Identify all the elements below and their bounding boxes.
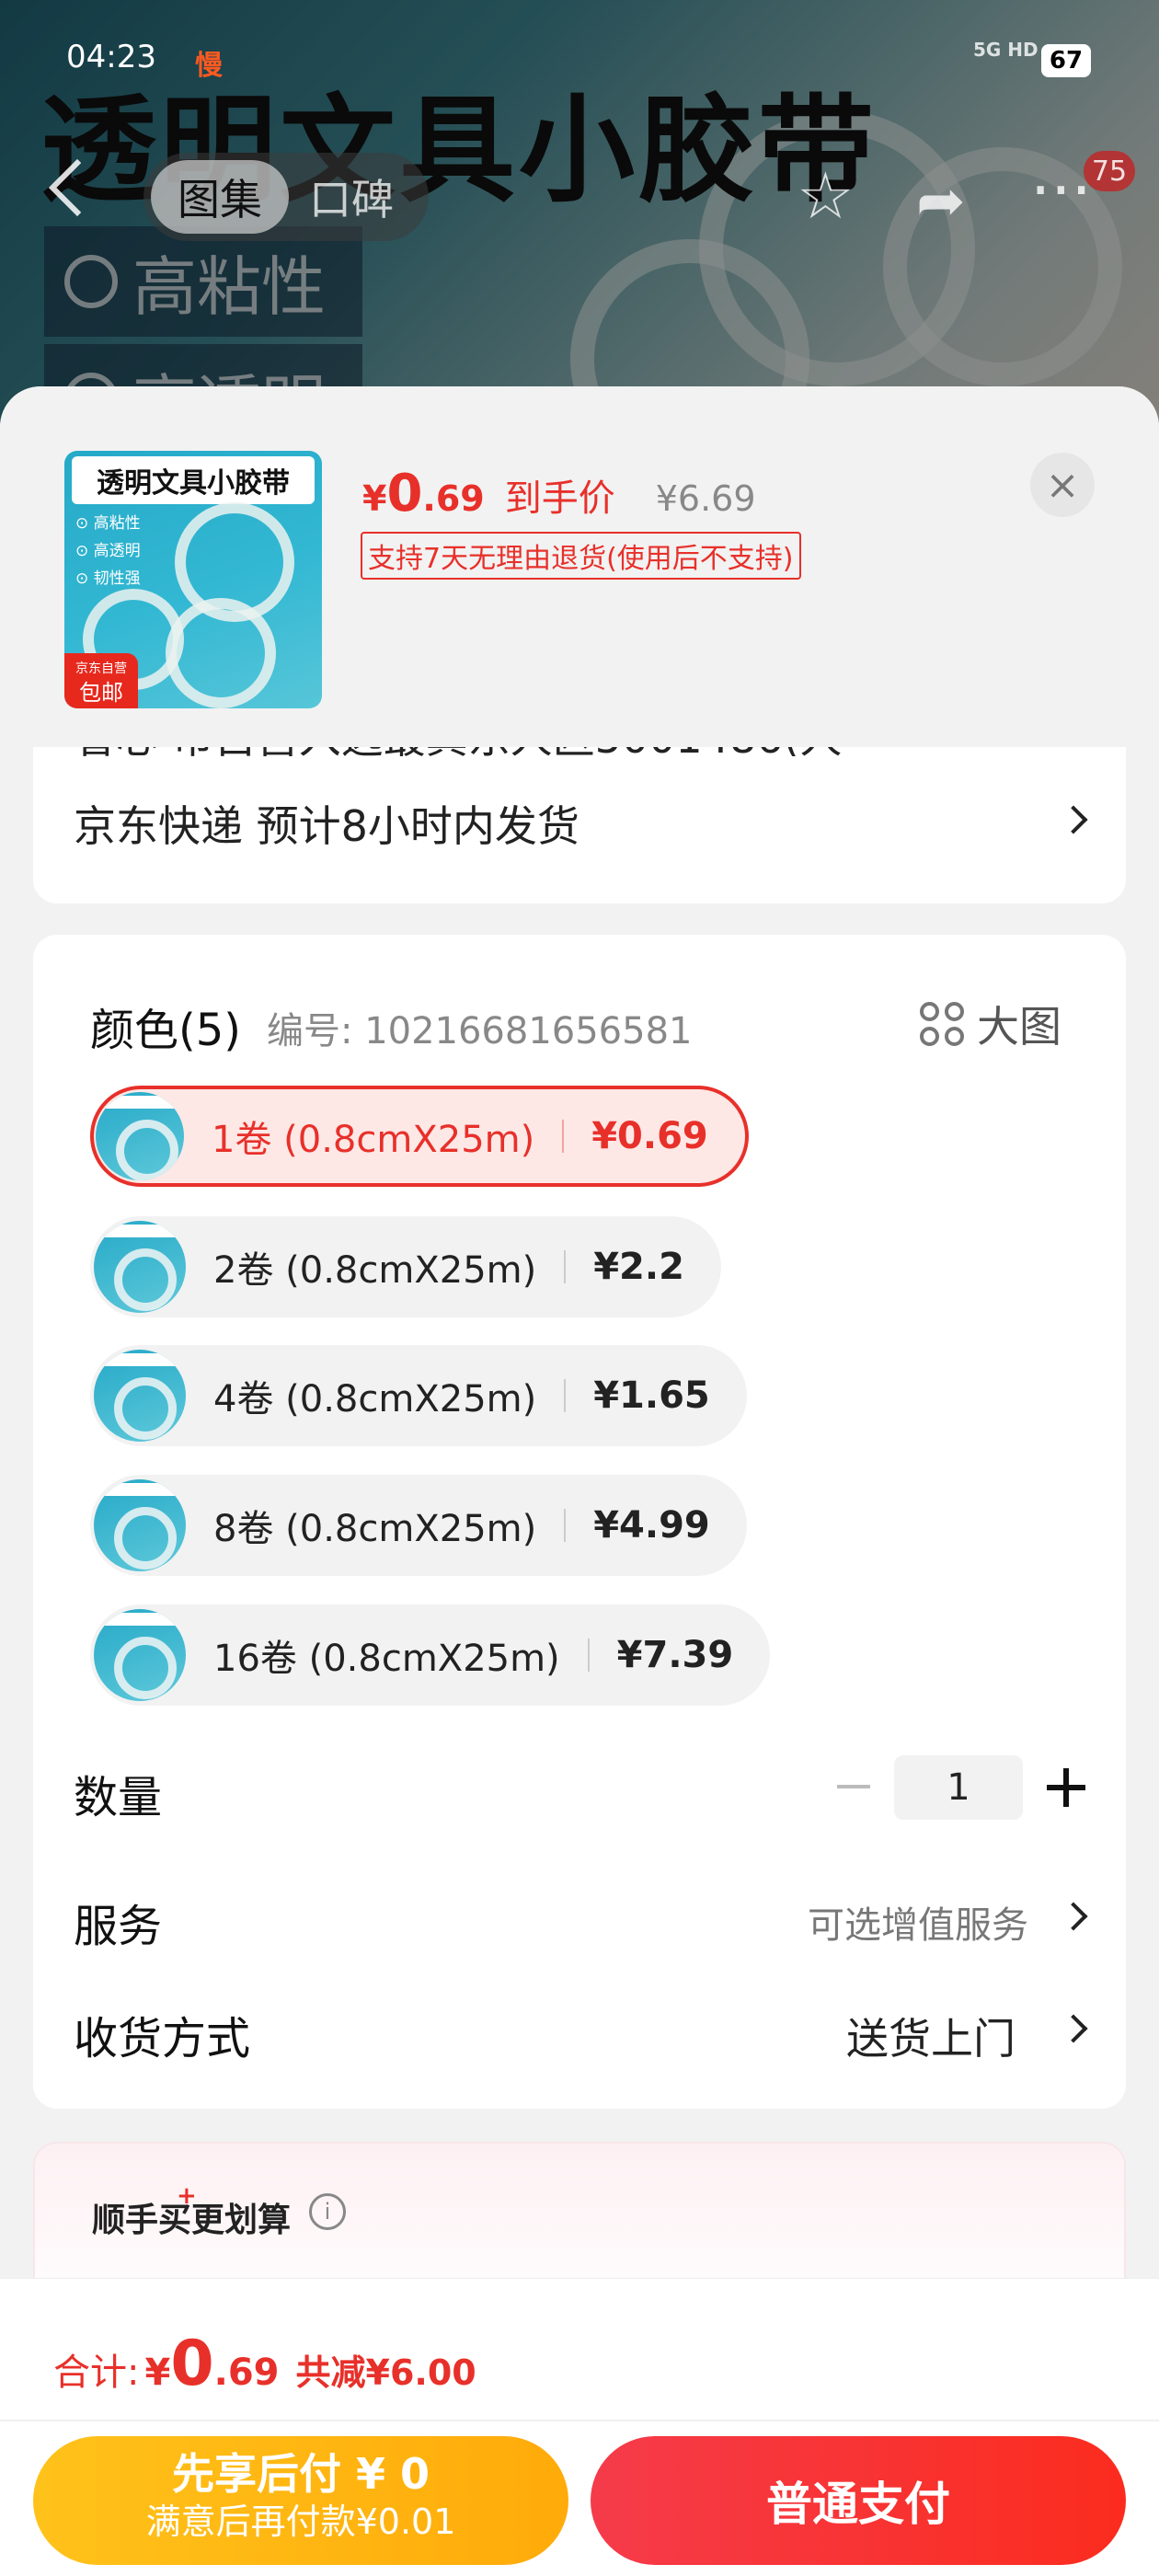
tab-reviews[interactable]: 口碑 xyxy=(309,160,394,234)
plus-icon: + xyxy=(177,2182,197,2210)
service-label: 服务 xyxy=(74,1901,163,1952)
spec-option[interactable]: 4卷 (0.8cmX25m) ¥1.65 xyxy=(90,1345,747,1446)
share-icon[interactable]: ➦ xyxy=(916,169,966,234)
discount-amount: 共减¥6.00 xyxy=(295,2352,476,2393)
pay-button[interactable]: 普通支付 xyxy=(591,2436,1126,2565)
close-icon: × xyxy=(1045,461,1080,509)
spec-title: 颜色(5) xyxy=(90,1005,241,1056)
info-icon[interactable]: i xyxy=(309,2193,346,2230)
thumbnail-feature: ⊙ 高透明 xyxy=(75,542,141,560)
divider xyxy=(564,1250,567,1283)
price-decimal: .69 xyxy=(422,478,485,519)
product-thumbnail: 透明文具小胶带 ⊙ 高粘性 ⊙ 高透明 ⊙ 韧性强 京东自营 包邮 xyxy=(64,451,322,708)
delivery-value[interactable]: 送货上门 xyxy=(846,2006,1016,2066)
divider xyxy=(564,1509,567,1542)
total-integer: 0 xyxy=(170,2328,214,2400)
final-price-label: 到手价 xyxy=(504,477,615,520)
slow-network-badge: 慢 xyxy=(195,50,223,82)
option-label: 16卷 (0.8cmX25m) xyxy=(213,1638,560,1680)
pay-later-button[interactable]: 先享后付 ¥ 0 满意后再付款¥0.01 xyxy=(33,2436,568,2565)
divider xyxy=(587,1639,590,1672)
status-time: 04:23 xyxy=(66,39,156,75)
thumbnail-feature: ⊙ 高粘性 xyxy=(75,514,141,533)
service-value[interactable]: 可选增值服务 xyxy=(808,1895,1028,1949)
free-shipping-badge: 京东自营 包邮 xyxy=(64,653,138,708)
divider xyxy=(564,1379,567,1412)
return-policy-tag: 支持7天无理由退货(使用后不支持) xyxy=(361,532,801,580)
big-image-toggle[interactable]: 大图 xyxy=(920,994,1061,1054)
option-label: 4卷 (0.8cmX25m) xyxy=(213,1378,537,1420)
star-icon[interactable]: ☆ xyxy=(797,164,855,228)
total-label: 合计: xyxy=(53,2352,140,2394)
option-label: 2卷 (0.8cmX25m) xyxy=(213,1249,537,1292)
total-decimal: .69 xyxy=(213,2352,280,2394)
spec-option[interactable]: 1卷 (0.8cmX25m) ¥0.69 xyxy=(90,1086,749,1187)
option-label: 1卷 (0.8cmX25m) xyxy=(212,1119,535,1161)
quantity-decrease-button[interactable] xyxy=(837,1785,870,1788)
grid-icon xyxy=(920,1002,964,1046)
tape-roll-image xyxy=(166,598,276,708)
pay-later-subtitle: 满意后再付款¥0.01 xyxy=(145,2501,456,2542)
total-summary: 合计: ¥ 0 .69 共减¥6.00 xyxy=(53,2328,476,2400)
price-integer: 0 xyxy=(386,464,423,523)
quantity-label: 数量 xyxy=(74,1772,163,1823)
total-currency: ¥ xyxy=(144,2352,171,2394)
product-code: 编号: 10216681656581 xyxy=(267,1010,693,1052)
more-icon[interactable]: ··· xyxy=(1030,158,1092,223)
quantity-increase-button[interactable] xyxy=(1047,1768,1085,1807)
option-price: ¥0.69 xyxy=(591,1115,708,1157)
cart-count-badge: 75 xyxy=(1084,151,1135,191)
spec-option[interactable]: 2卷 (0.8cmX25m) ¥2.2 xyxy=(90,1216,721,1317)
network-indicator: 5G HD xyxy=(973,39,1039,61)
price-currency: ¥ xyxy=(362,478,387,519)
option-thumbnail xyxy=(96,1092,184,1180)
price-row: ¥ 0 .69 到手价 ¥6.69 xyxy=(362,464,756,523)
option-thumbnail xyxy=(94,1479,186,1571)
option-thumbnail xyxy=(94,1609,186,1701)
option-price: ¥4.99 xyxy=(593,1504,710,1547)
option-thumbnail xyxy=(94,1221,186,1313)
option-label: 8卷 (0.8cmX25m) xyxy=(213,1508,537,1550)
original-price: ¥6.69 xyxy=(655,478,756,519)
option-price: ¥7.39 xyxy=(616,1634,734,1676)
option-price: ¥1.65 xyxy=(593,1374,710,1417)
pay-later-title: 先享后付 ¥ 0 xyxy=(171,2449,430,2499)
divider xyxy=(0,2420,1159,2421)
option-price: ¥2.2 xyxy=(593,1246,684,1288)
tab-gallery[interactable]: 图集 xyxy=(151,160,289,234)
thumbnail-title: 透明文具小胶带 xyxy=(72,456,315,504)
spec-option[interactable]: 16卷 (0.8cmX25m) ¥7.39 xyxy=(90,1604,771,1706)
battery-indicator: 67 xyxy=(1041,44,1091,77)
shipping-text: 京东快递 预计8小时内发货 xyxy=(74,801,580,851)
divider xyxy=(562,1120,565,1153)
thumbnail-feature: ⊙ 韧性强 xyxy=(75,569,141,588)
delivery-label: 收货方式 xyxy=(74,2013,251,2064)
quantity-input[interactable]: 1 xyxy=(894,1755,1023,1820)
close-button[interactable]: × xyxy=(1030,453,1095,517)
spec-option[interactable]: 8卷 (0.8cmX25m) ¥4.99 xyxy=(90,1475,747,1576)
option-thumbnail xyxy=(94,1350,186,1442)
